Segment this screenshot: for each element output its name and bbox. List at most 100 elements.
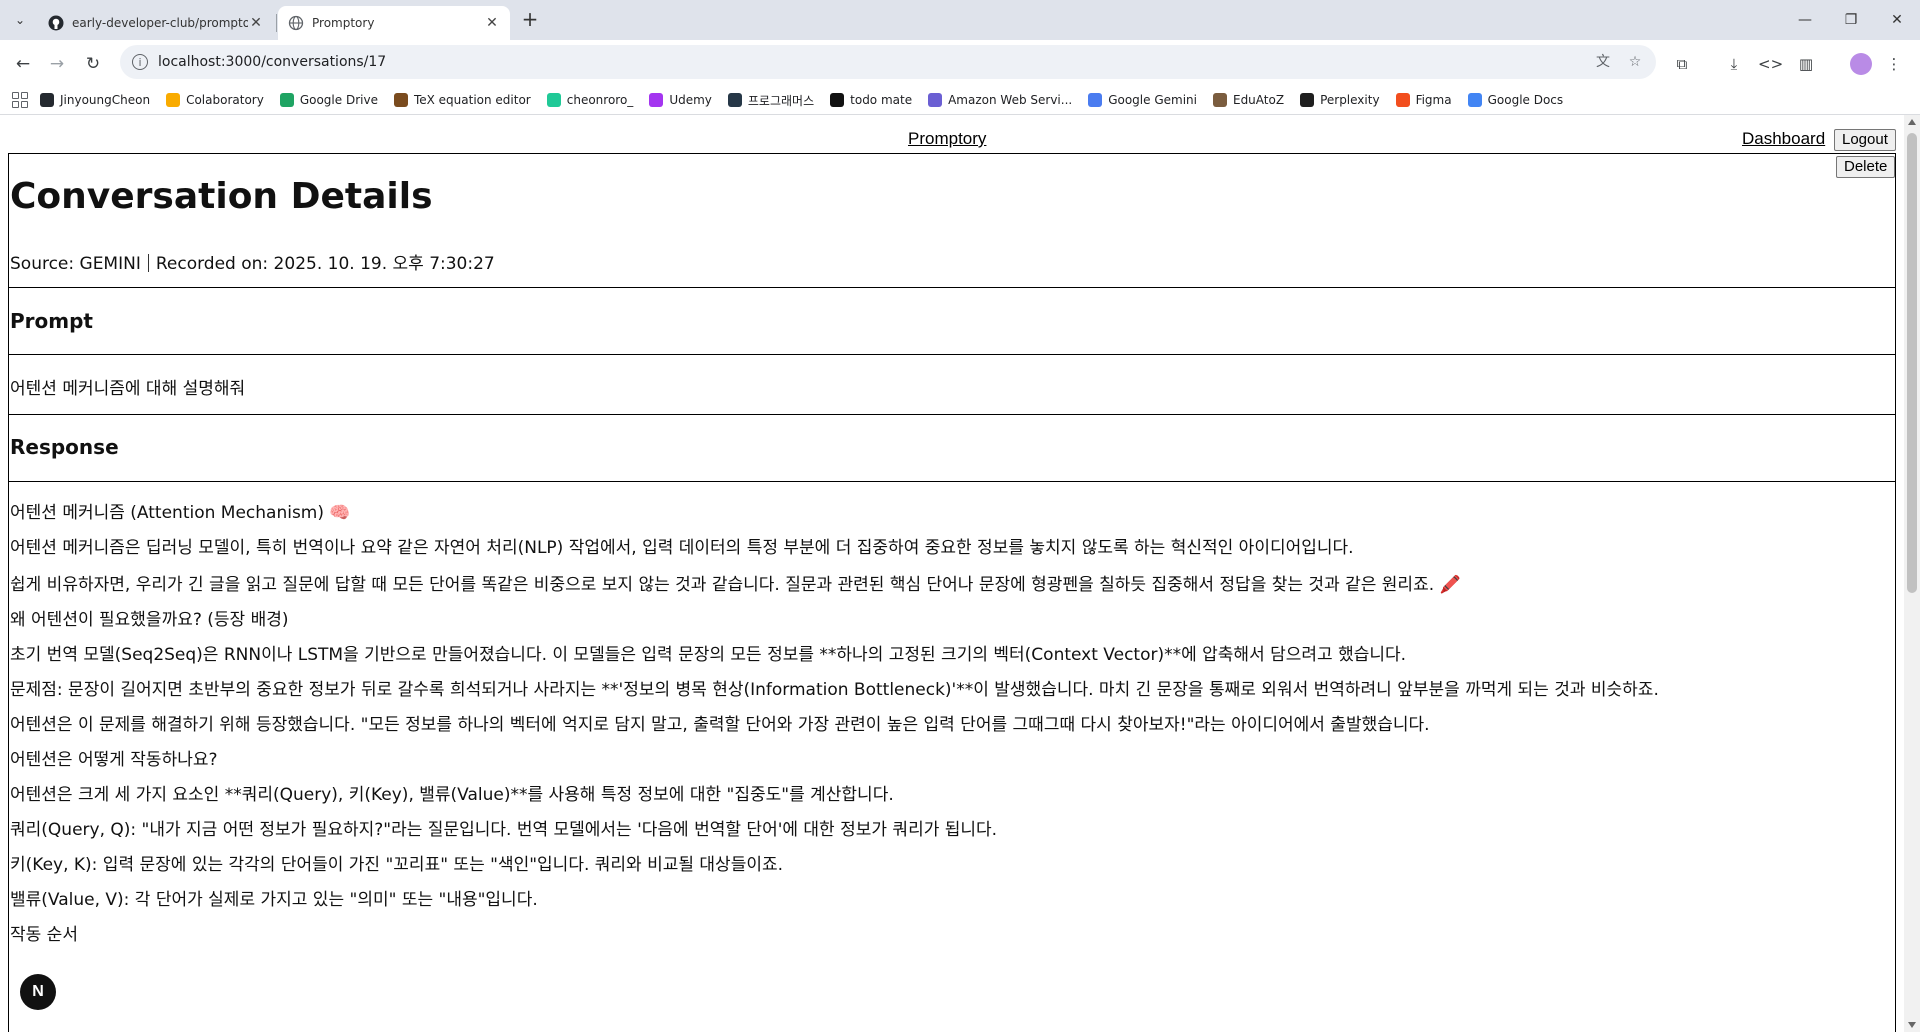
tab-separator: [276, 14, 277, 32]
bookmark-label: 프로그래머스: [747, 93, 815, 108]
page-scrollbar[interactable]: [1904, 115, 1920, 1032]
response-line: 작동 순서: [10, 925, 78, 945]
url-text[interactable]: localhost:3000/conversations/17: [158, 54, 1592, 70]
figma-icon: [1395, 93, 1410, 107]
close-icon[interactable]: ✕: [248, 15, 264, 31]
bookmark-label: Colaboratory: [186, 93, 264, 107]
colab-icon: [166, 93, 181, 107]
tex-icon: [393, 93, 408, 107]
bookmark-item[interactable]: Figma: [1395, 93, 1452, 107]
bookmark-item[interactable]: Google Drive: [279, 93, 378, 107]
new-tab-plus-icon[interactable]: +: [518, 8, 542, 32]
recorded-on-text: Recorded on: 2025. 10. 19. 오후 7:30:27: [155, 254, 495, 274]
programmers-icon: [727, 93, 742, 107]
restore-icon[interactable]: ❐: [1836, 8, 1866, 32]
response-line: 어텐션은 크게 세 가지 요소인 **쿼리(Query), 키(Key), 밸류…: [10, 785, 894, 805]
bookmark-label: Udemy: [669, 93, 712, 107]
response-line: 어텐션 메커니즘 (Attention Mechanism) 🧠: [10, 503, 351, 523]
forward-arrow-icon[interactable]: →: [44, 51, 70, 77]
bookmark-item[interactable]: Colaboratory: [166, 93, 264, 107]
prompt-heading: Prompt: [10, 309, 93, 333]
menu-kebab-icon[interactable]: ⋮: [1882, 52, 1906, 76]
prompt-section-header: Prompt: [8, 287, 1896, 355]
conversation-meta: Source: GEMINI Recorded on: 2025. 10. 19.…: [10, 249, 495, 274]
eduatoz-icon: [1212, 93, 1227, 107]
bookmark-label: Google Drive: [299, 93, 378, 107]
bookmark-label: Figma: [1415, 93, 1452, 107]
tab-search-chevron-icon[interactable]: ⌄: [8, 8, 32, 32]
response-line: 왜 어텐션이 필요했을까요? (등장 배경): [10, 610, 289, 630]
velog-icon: [546, 93, 561, 107]
response-line: 어텐션은 이 문제를 해결하기 위해 등장했습니다. "모든 정보를 하나의 벡…: [10, 715, 1430, 735]
bookmark-label: Google Gemini: [1108, 93, 1197, 107]
devtools-code-icon[interactable]: <>: [1758, 52, 1783, 76]
response-line: 초기 번역 모델(Seq2Seq)은 RNN이나 LSTM을 기반으로 만들어졌…: [10, 645, 1407, 665]
udemy-icon: [649, 93, 664, 107]
source-text: Source: GEMINI: [10, 254, 141, 274]
bookmark-label: TeX equation editor: [413, 93, 531, 107]
minimize-icon[interactable]: —: [1790, 8, 1820, 32]
top-nav: Promptory Dashboard Logout Delete: [0, 115, 1904, 178]
bookmark-label: JinyoungCheon: [60, 93, 151, 107]
reload-icon[interactable]: ↻: [80, 51, 106, 77]
bookmark-star-icon[interactable]: ☆: [1624, 51, 1646, 73]
extensions-puzzle-icon[interactable]: ⧉: [1670, 52, 1694, 76]
profile-avatar[interactable]: [1850, 53, 1872, 75]
response-section-header: Response: [8, 414, 1896, 482]
logout-button[interactable]: Logout: [1834, 129, 1896, 151]
tab-title: Promptory: [312, 16, 375, 30]
bookmark-item[interactable]: JinyoungCheon: [40, 93, 150, 107]
translate-icon[interactable]: 文: [1592, 51, 1614, 73]
dashboard-link[interactable]: Dashboard: [1742, 129, 1825, 149]
window-close-icon[interactable]: ✕: [1882, 8, 1912, 32]
download-icon[interactable]: ⤓: [1722, 52, 1746, 76]
close-icon[interactable]: ✕: [484, 15, 500, 31]
browser-toolbar: ← → ↻ i localhost:3000/conversations/17 …: [0, 40, 1920, 86]
apps-grid-icon[interactable]: [12, 92, 28, 108]
bookmark-item[interactable]: Google Gemini: [1088, 93, 1197, 107]
response-line: 키(Key, K): 입력 문장에 있는 각각의 단어들이 가진 "꼬리표" 또…: [10, 855, 784, 875]
globe-icon: [288, 15, 304, 31]
bookmark-label: cheonroro_: [566, 93, 634, 107]
perplexity-icon: [1300, 93, 1315, 107]
github-icon: [48, 15, 64, 31]
bookmark-label: Amazon Web Servi...: [948, 93, 1073, 107]
page-title: Conversation Details: [10, 176, 433, 217]
site-info-icon[interactable]: i: [132, 54, 148, 70]
brand-link[interactable]: Promptory: [908, 129, 986, 149]
page-viewport: Promptory Dashboard Logout Delete Conver…: [0, 115, 1904, 1032]
bookmark-label: Google Docs: [1487, 93, 1564, 107]
prompt-section-body: 어텐션 메커니즘에 대해 설명해줘: [8, 355, 1896, 415]
response-line: 쉽게 비유하자면, 우리가 긴 글을 읽고 질문에 답할 때 모든 단어를 똑같…: [10, 575, 1461, 595]
bookmark-item[interactable]: todo mate: [830, 93, 912, 107]
bookmark-item[interactable]: Google Docs: [1467, 93, 1564, 107]
bookmark-item[interactable]: Udemy: [649, 93, 712, 107]
address-bar[interactable]: i localhost:3000/conversations/17 文 ☆: [120, 45, 1656, 79]
conversation-details-card: Conversation Details Source: GEMINI Recor…: [8, 153, 1896, 287]
response-line: 밸류(Value, V): 각 단어가 실제로 가지고 있는 "의미" 또는 "…: [10, 890, 538, 910]
todomate-icon: [830, 93, 845, 107]
response-line: 쿼리(Query, Q): "내가 지금 어떤 정보가 필요하지?"라는 질문입…: [10, 820, 998, 840]
bookmark-item[interactable]: TeX equation editor: [393, 93, 531, 107]
github-icon: [40, 93, 54, 107]
meta-divider: [147, 254, 149, 272]
scrollbar-thumb[interactable]: [1907, 133, 1917, 593]
side-panel-icon[interactable]: ▥: [1794, 52, 1818, 76]
response-heading: Response: [10, 435, 119, 459]
nextjs-dev-badge[interactable]: N: [20, 974, 56, 1010]
bookmark-item[interactable]: 프로그래머스: [727, 92, 815, 109]
response-line: 문제점: 문장이 길어지면 초반부의 중요한 정보가 뒤로 갈수록 희석되거나 …: [10, 680, 1659, 700]
response-line: 어텐션 메커니즘은 딥러닝 모델이, 특히 번역이나 요약 같은 자연어 처리(…: [10, 538, 1354, 558]
bookmark-item[interactable]: EduAtoZ: [1212, 93, 1284, 107]
tab-promptory[interactable]: Promptory ✕: [278, 6, 510, 40]
bookmark-item[interactable]: Amazon Web Servi...: [928, 93, 1072, 107]
bookmark-item[interactable]: Perplexity: [1300, 93, 1380, 107]
bookmark-label: Perplexity: [1320, 93, 1380, 107]
bookmark-item[interactable]: cheonroro_: [546, 93, 634, 107]
back-arrow-icon[interactable]: ←: [10, 51, 36, 77]
prompt-text: 어텐션 메커니즘에 대해 설명해줘: [10, 379, 246, 399]
scroll-up-arrow-icon[interactable]: [1908, 119, 1916, 125]
tab-title: early-developer-club/promptory: [72, 16, 248, 30]
scroll-down-arrow-icon[interactable]: [1908, 1022, 1916, 1028]
tab-github[interactable]: early-developer-club/promptory ✕: [38, 6, 274, 40]
